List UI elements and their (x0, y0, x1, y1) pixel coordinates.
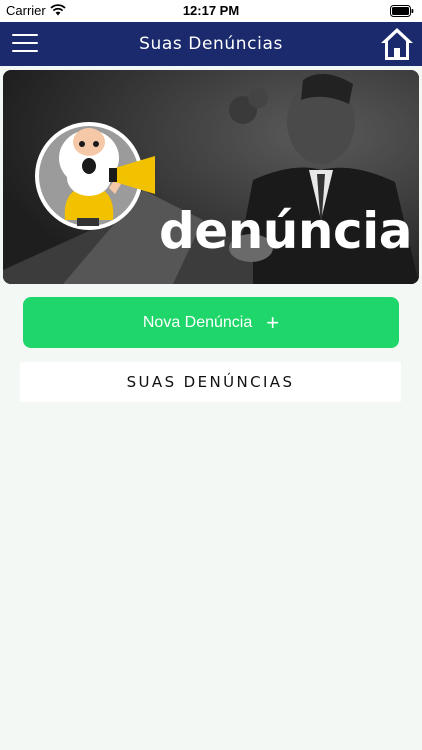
denuncia-banner: denúncia (3, 70, 419, 284)
navigation-bar: Suas Denúncias (0, 22, 422, 66)
banner-wordmark: denúncia (159, 202, 413, 260)
section-title: SUAS DENÚNCIAS (126, 373, 295, 391)
page-title: Suas Denúncias (139, 34, 283, 54)
status-time: 12:17 PM (182, 3, 240, 18)
new-report-button[interactable]: Nova Denúncia + (23, 297, 399, 348)
home-icon[interactable] (380, 26, 414, 62)
status-bar: Carrier 12:17 PM (0, 0, 422, 22)
battery-icon (390, 5, 414, 17)
plus-icon: + (266, 309, 280, 335)
new-report-label: Nova Denúncia (142, 313, 253, 331)
reports-section-header: SUAS DENÚNCIAS (20, 362, 401, 402)
